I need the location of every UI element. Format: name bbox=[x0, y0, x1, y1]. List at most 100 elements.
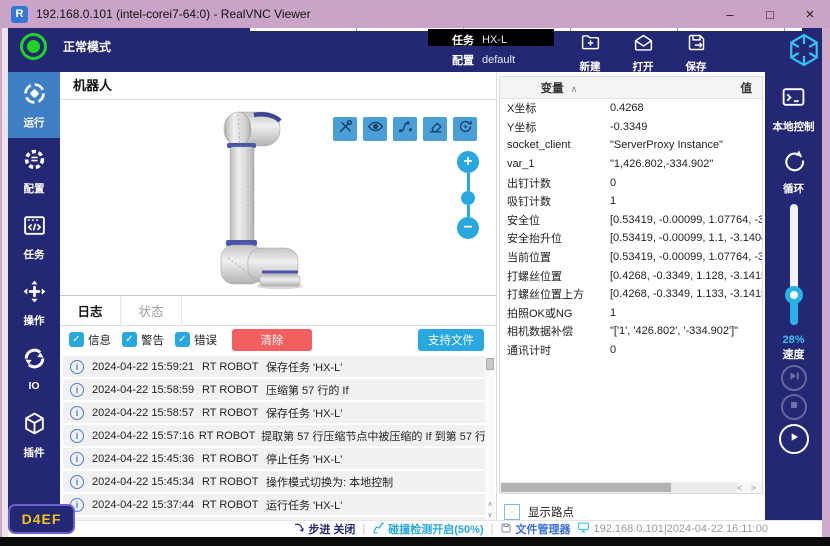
log-row: i 2024-04-22 15:45:34 RT ROBOT 操作模式切换为: … bbox=[63, 471, 486, 492]
connection-label: 192.168.0.101|2024-04-22 16:11:00 bbox=[593, 523, 768, 535]
log-message: 提取第 57 行压缩节点中被压缩的 If 到第 57 行 bbox=[261, 428, 486, 444]
mode-label: 正常模式 bbox=[63, 38, 111, 55]
io-cycle-icon bbox=[22, 346, 47, 376]
log-source: RT ROBOT bbox=[199, 430, 261, 442]
var-name: 出钉计数 bbox=[500, 175, 610, 191]
code-window-icon bbox=[22, 213, 47, 243]
sidebar-item-run[interactable]: 运行 bbox=[8, 72, 60, 138]
save-icon bbox=[686, 32, 707, 58]
slider-handle[interactable] bbox=[785, 286, 803, 304]
support-files-button[interactable]: 支持文件 bbox=[418, 329, 484, 351]
var-value: -0.3349 bbox=[610, 121, 762, 133]
column-header-variable[interactable]: 变量 ∧ bbox=[500, 80, 618, 96]
tab-status[interactable]: 状态 bbox=[121, 296, 182, 325]
scrollbar-thumb[interactable] bbox=[486, 358, 494, 370]
step-forward-button[interactable] bbox=[781, 365, 807, 391]
step-mode-toggle[interactable]: 步进 关闭 bbox=[293, 521, 355, 537]
info-icon: i bbox=[70, 360, 84, 374]
stop-button[interactable] bbox=[781, 394, 807, 420]
scroll-up-icon[interactable]: ∧ bbox=[487, 499, 492, 510]
sidebar-item-operate[interactable]: 操作 bbox=[8, 270, 60, 336]
save-task-button[interactable]: 保存 bbox=[680, 32, 712, 74]
realvnc-app-icon: R bbox=[11, 6, 28, 23]
tools-button[interactable] bbox=[333, 117, 357, 141]
column-header-value[interactable]: 值 bbox=[618, 80, 762, 96]
local-control-button[interactable]: 本地控制 bbox=[765, 85, 822, 134]
terminal-icon bbox=[781, 85, 806, 115]
minimize-button[interactable]: – bbox=[710, 0, 750, 28]
file-manager-button[interactable]: 文件管理器 bbox=[500, 521, 570, 537]
file-actions: 新建 打开 保存 bbox=[574, 32, 712, 74]
status-indicator-icon bbox=[20, 33, 47, 60]
variables-panel: 变量 ∧ 值 X坐标0.4268 Y坐标-0.3349 socket_clien… bbox=[497, 72, 765, 537]
reset-view-button[interactable] bbox=[453, 117, 477, 141]
filter-info-checkbox[interactable]: ✓ 信息 bbox=[69, 332, 111, 348]
tab-log[interactable]: 日志 bbox=[60, 296, 121, 325]
eraser-button[interactable] bbox=[423, 117, 447, 141]
sidebar-item-config[interactable]: 配置 bbox=[8, 138, 60, 204]
visibility-button[interactable] bbox=[363, 117, 387, 141]
log-source: RT ROBOT bbox=[202, 361, 266, 373]
var-name: 安全抬升位 bbox=[500, 230, 610, 246]
loop-icon bbox=[781, 147, 806, 177]
connection-info: 192.168.0.101|2024-04-22 16:11:00 bbox=[577, 521, 768, 537]
log-time: 2024-04-22 15:45:36 bbox=[92, 453, 202, 465]
filter-error-checkbox[interactable]: ✓ 错误 bbox=[175, 332, 217, 348]
log-source: RT ROBOT bbox=[202, 453, 266, 465]
var-name: socket_client bbox=[500, 139, 610, 151]
sidebar-item-label: 插件 bbox=[24, 445, 45, 460]
log-source: RT ROBOT bbox=[202, 384, 266, 396]
right-sidebar: 本地控制 循环 28% 速度 bbox=[765, 72, 822, 537]
top-navbar: 正常模式 任务 HX-L 配置 default 新建 bbox=[8, 28, 822, 72]
log-row: i 2024-04-22 15:59:21 RT ROBOT 保存任务 'HX-… bbox=[63, 356, 486, 377]
close-button[interactable]: × bbox=[790, 0, 830, 28]
var-value: 1 bbox=[610, 307, 762, 319]
network-icon bbox=[577, 521, 590, 537]
table-row: 吸钉计数1 bbox=[500, 192, 762, 211]
show-waypoints: 显示路点 bbox=[504, 504, 574, 520]
table-header: 变量 ∧ 值 bbox=[500, 77, 762, 99]
table-row: 打螺丝位置上方[0.4268, -0.3349, 1.133, -3.14159… bbox=[500, 285, 762, 304]
sidebar-item-task[interactable]: 任务 bbox=[8, 204, 60, 270]
speed-readout: 28% 速度 bbox=[765, 334, 822, 362]
new-task-button[interactable]: 新建 bbox=[574, 32, 606, 74]
log-message: 操作模式切换为: 本地控制 bbox=[266, 474, 393, 490]
speed-label: 速度 bbox=[765, 346, 822, 362]
log-time: 2024-04-22 15:58:57 bbox=[92, 407, 202, 419]
var-value: "['1', '426.802', '-334.902']" bbox=[610, 325, 762, 337]
variables-h-scrollbar[interactable]: < > bbox=[500, 482, 762, 493]
var-value: [0.53419, -0.00099, 1.07764, -3.14048, bbox=[610, 251, 762, 263]
var-name: 吸钉计数 bbox=[500, 193, 610, 209]
log-scrollbar[interactable]: ∧ ∨ bbox=[485, 356, 495, 521]
log-message: 保存任务 'HX-L' bbox=[266, 405, 342, 421]
trajectory-button[interactable] bbox=[393, 117, 417, 141]
zoom-out-button[interactable]: − bbox=[457, 217, 479, 239]
table-row: 安全位[0.53419, -0.00099, 1.07764, -3.14048… bbox=[500, 211, 762, 230]
skip-icon bbox=[787, 369, 801, 388]
maximize-button[interactable]: □ bbox=[750, 0, 790, 28]
scrollbar-thumb[interactable] bbox=[501, 483, 671, 492]
log-list: i 2024-04-22 15:59:21 RT ROBOT 保存任务 'HX-… bbox=[63, 356, 486, 521]
clear-log-button[interactable]: 清除 bbox=[232, 329, 312, 351]
sidebar-item-label: 操作 bbox=[24, 313, 45, 328]
open-folder-icon bbox=[633, 32, 654, 58]
zoom-in-button[interactable]: + bbox=[457, 151, 479, 173]
cube-icon bbox=[22, 411, 47, 441]
sidebar-item-io[interactable]: IO bbox=[8, 336, 60, 402]
speed-slider[interactable] bbox=[790, 204, 798, 325]
scroll-left-right-icons[interactable]: < > bbox=[737, 482, 762, 493]
show-waypoints-label: 显示路点 bbox=[528, 504, 574, 520]
play-button[interactable] bbox=[779, 424, 809, 454]
sidebar-item-plugin[interactable]: 插件 bbox=[8, 402, 60, 468]
collision-detect-toggle[interactable]: 碰撞检测开启(50%) bbox=[372, 521, 483, 537]
robot-view-toolbar bbox=[333, 117, 477, 141]
show-waypoints-checkbox[interactable] bbox=[504, 504, 520, 520]
loop-button[interactable]: 循环 bbox=[765, 147, 822, 196]
var-name: var_1 bbox=[500, 158, 610, 170]
filter-warning-checkbox[interactable]: ✓ 警告 bbox=[122, 332, 164, 348]
brand-logo-icon bbox=[786, 32, 822, 68]
log-message: 保存任务 'HX-L' bbox=[266, 359, 342, 375]
open-task-button[interactable]: 打开 bbox=[627, 32, 659, 74]
log-time: 2024-04-22 15:57:16 bbox=[92, 430, 199, 442]
zoom-slider-handle[interactable] bbox=[461, 191, 475, 205]
